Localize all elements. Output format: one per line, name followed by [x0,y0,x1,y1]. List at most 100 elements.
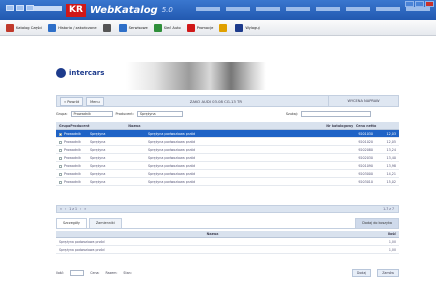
toolbar-item[interactable] [102,23,113,32]
detail-col-name: Nazwa [206,232,219,236]
col-catalog-number[interactable]: Nr katalogowy [303,122,353,129]
group-label: Grupa: [56,112,68,116]
row-checkbox[interactable] [59,164,62,168]
footer-bar: Ilość: Cena: Razem: Stan: Dodaj Zamów [56,268,399,278]
cell-price: 14,21 [386,172,396,176]
col-producer[interactable]: Producent [70,122,128,129]
cell-producer: Sprężyna [90,180,106,184]
col-price[interactable]: Cena netto [353,122,379,129]
back-button[interactable]: « Powrót [60,96,84,106]
cell-group-text: Prowadnik [64,180,81,184]
cell-name: Sprężyna podwoziowa przód [148,140,196,144]
page-header: intercars [56,62,399,90]
table-row[interactable]: Prowadnik Sprężyna Sprężyna podwoziowa prz… [56,178,399,186]
search-icon [118,23,127,32]
menu-button[interactable]: Menu [86,96,104,106]
repair-estimate-link[interactable]: WYCENA NAPRAW [328,96,398,106]
row-checkbox[interactable] [59,172,62,176]
add-to-cart-button[interactable]: Dodaj do koszyka [355,218,399,228]
cell-catalog-number: 9202080 [358,148,373,152]
navigation-row: « Powrót Menu ZAKO AUDI 03.08 CG.13 TR W… [56,95,399,107]
close-button[interactable] [425,1,434,7]
cell-price: 13,98 [386,164,396,168]
cell-group: Prowadnik [56,178,90,185]
detail-tabs: Szczegóły Zamienniki Dodaj do koszyka [56,217,399,229]
cell-price: 12,03 [386,132,396,136]
pager-first-button[interactable]: « [60,207,62,211]
toolbar-item[interactable]: Wyloguj [235,23,260,32]
table-row[interactable]: Prowadnik Sprężyna Sprężyna podwoziowa prz… [56,138,399,146]
toolbar-item[interactable]: Sieć Auto [153,23,181,32]
add-button[interactable]: Dodaj [351,269,372,277]
logout-icon [235,23,244,32]
detail-col-qty: Ilość [387,232,396,236]
company-logo-icon [56,68,66,78]
group-select[interactable]: Prowadnik [70,111,113,117]
cell-catalog-number: 9201030 [358,132,373,136]
row-checkbox[interactable] [59,180,62,184]
vehicle-ident: ZAKO AUDI 03.08 CG.13 TR [189,98,242,104]
cart-icon [102,23,111,32]
cell-name: Sprężyna podwoziowa przód [148,180,196,184]
tab-details[interactable]: Szczegóły [56,218,87,228]
search-label: Szukaj: [285,112,298,116]
cell-producer: Sprężyna [90,164,106,168]
tab-replacements[interactable]: Zamienniki [88,218,122,228]
toolbar-item-label: Historia / zakończone [58,25,97,30]
toolbar-item[interactable]: Historia / zakończone [48,23,97,32]
maximize-button[interactable] [415,1,424,7]
minimize-button[interactable] [405,1,414,7]
main-toolbar: Katalog Części Historia / zakończone Serwi… [0,20,436,36]
table-row[interactable]: Prowadnik Sprężyna Sprężyna podwoziowa prz… [56,130,399,138]
row-checkbox[interactable] [59,156,62,160]
cell-group-text: Prowadnik [64,132,81,136]
row-checkbox[interactable] [59,140,62,144]
cell-catalog-number: 9203010 [358,180,373,184]
window-buttons[interactable] [405,1,434,7]
toolbar-item-label: Sieć Auto [163,25,181,30]
row-checkbox[interactable] [59,148,62,152]
toolbar-item[interactable]: Katalog Części [6,23,42,32]
cell-group: Prowadnik [56,170,90,177]
cell-group: Prowadnik [56,154,90,161]
toolbar-item[interactable] [219,23,229,32]
order-button[interactable]: Zamów [377,269,399,277]
pager-last-button[interactable]: » [84,207,86,211]
app-brand: KR WebKatalog 5.0 [66,2,173,18]
filter-bar: Grupa: Prowadnik Producent: Sprężyna Szu… [56,110,399,118]
top-links[interactable] [196,7,430,11]
cell-group-text: Prowadnik [64,172,81,176]
address-bar[interactable] [34,6,62,11]
col-group[interactable]: Grupa [56,122,70,129]
detail-row[interactable]: Sprężyna podwoziowa przód 1,00 [56,238,399,246]
search-input[interactable] [300,111,371,117]
toolbar-item-label: Wyloguj [245,25,260,30]
detail-header: Nazwa Ilość [56,231,399,238]
cell-price: 13,40 [386,156,396,160]
pager-next-button[interactable]: › [80,207,81,211]
qty-label: Ilość: [56,271,65,275]
col-name[interactable]: Nazwa [128,122,303,129]
toolbar-item[interactable]: Serwisowe [118,23,148,32]
detail-row[interactable]: Sprężyna podwoziowa przód 1,00 [56,246,399,254]
user-icon [219,23,228,32]
qty-input[interactable] [70,270,85,276]
toolbar-item[interactable]: Promocje [186,23,213,32]
pager-prev-button[interactable]: ‹ [65,207,66,211]
total-label: Razem: [105,271,118,275]
table-row[interactable]: Prowadnik Sprężyna Sprężyna podwoziowa prz… [56,146,399,154]
brand-name: WebKatalog [89,4,158,16]
row-checkbox[interactable] [59,132,62,136]
history-icon [48,23,57,32]
browser-controls[interactable] [6,5,34,11]
table-row[interactable]: Prowadnik Sprężyna Sprężyna podwoziowa prz… [56,154,399,162]
company-name: intercars [69,69,105,77]
table-row[interactable]: Prowadnik Sprężyna Sprężyna podwoziowa prz… [56,170,399,178]
detail-table: Nazwa Ilość Sprężyna podwoziowa przód 1,… [56,231,399,254]
cell-producer: Sprężyna [90,140,106,144]
table-row[interactable]: Prowadnik Sprężyna Sprężyna podwoziowa prz… [56,162,399,170]
cell-group: Prowadnik [56,138,90,145]
price-label: Cena: [90,271,100,275]
producer-select[interactable]: Sprężyna [136,111,183,117]
parts-table: Grupa Producent Nazwa Nr katalogowy Cena… [56,122,399,186]
